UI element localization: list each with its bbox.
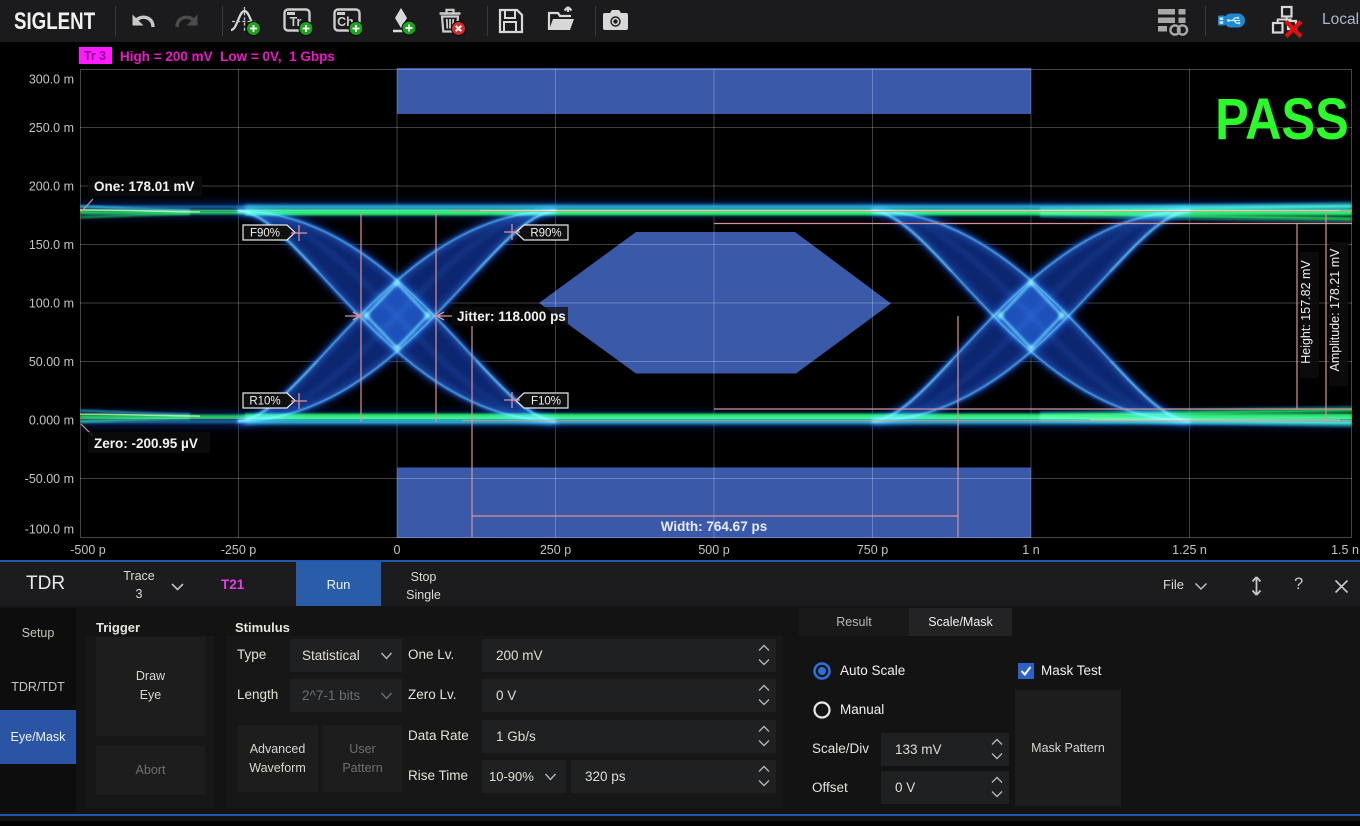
svg-text:Tr 3: Tr 3 xyxy=(84,49,106,63)
svg-text:F90%: F90% xyxy=(250,228,280,240)
svg-text:250 p: 250 p xyxy=(540,543,571,557)
svg-text:0.000 m: 0.000 m xyxy=(29,414,74,428)
svg-text:One: 178.01 mV: One: 178.01 mV xyxy=(94,179,195,194)
svg-text:200.0 m: 200.0 m xyxy=(29,180,74,194)
svg-text:250.0 m: 250.0 m xyxy=(29,121,74,135)
svg-text:50.00 m: 50.00 m xyxy=(29,355,74,369)
svg-text:150.0 m: 150.0 m xyxy=(29,238,74,252)
svg-text:High = 200 mV Low = 0V, 1 Gb: High = 200 mV Low = 0V, 1 Gbps xyxy=(120,49,335,64)
svg-text:500 p: 500 p xyxy=(698,543,729,557)
svg-text:-100.0 m: -100.0 m xyxy=(25,523,74,537)
svg-text:PASS: PASS xyxy=(1215,87,1349,152)
svg-text:-250 p: -250 p xyxy=(221,543,256,557)
svg-text:F10%: F10% xyxy=(531,396,561,408)
svg-text:R10%: R10% xyxy=(249,396,280,408)
svg-text:-50.00 m: -50.00 m xyxy=(25,472,74,486)
svg-text:1.25 n: 1.25 n xyxy=(1172,543,1207,557)
svg-text:R90%: R90% xyxy=(530,228,561,240)
svg-text:Jitter: 118.000 ps: Jitter: 118.000 ps xyxy=(457,309,566,324)
svg-text:Zero: -200.95 µV: Zero: -200.95 µV xyxy=(94,436,198,451)
svg-text:100.0 m: 100.0 m xyxy=(29,297,74,311)
svg-text:Amplitude: 178.21 mV: Amplitude: 178.21 mV xyxy=(1328,248,1342,372)
svg-text:1 n: 1 n xyxy=(1022,543,1039,557)
svg-text:Width: 764.67 ps: Width: 764.67 ps xyxy=(661,519,767,534)
svg-text:300.0 m: 300.0 m xyxy=(29,73,74,87)
svg-text:750 p: 750 p xyxy=(857,543,888,557)
svg-text:-500 p: -500 p xyxy=(70,543,105,557)
svg-text:0: 0 xyxy=(394,543,401,557)
svg-text:Height: 157.82 mV: Height: 157.82 mV xyxy=(1299,260,1313,364)
svg-text:1.5 n: 1.5 n xyxy=(1331,543,1359,557)
